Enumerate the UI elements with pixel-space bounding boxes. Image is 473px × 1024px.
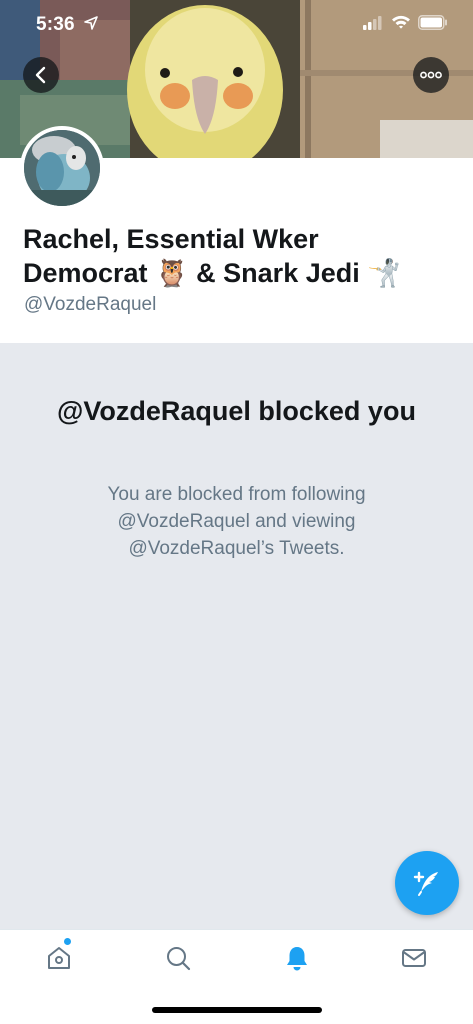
- status-time: 5:36: [36, 14, 75, 35]
- home-icon: [48, 947, 70, 969]
- profile-handle: @VozdeRaquel: [24, 294, 157, 315]
- tab-search[interactable]: [162, 942, 194, 974]
- search-icon: [167, 947, 191, 971]
- blocked-body: You are blocked from following @VozdeRaq…: [107, 484, 366, 559]
- blocked-title: @VozdeRaquel blocked you: [57, 396, 416, 426]
- wifi-icon: [392, 15, 410, 29]
- profile-header: Rachel, Essential Wker Democrat 🦉 & Snar…: [0, 126, 473, 343]
- blocked-notice: @VozdeRaquel blocked you You are blocked…: [0, 343, 473, 929]
- status-bar: 5:36: [0, 0, 473, 50]
- compose-tweet-icon: [413, 871, 438, 896]
- location-arrow-icon: [84, 16, 98, 30]
- tab-notifications[interactable]: [281, 942, 313, 974]
- avatar-image: [24, 130, 100, 206]
- avatar[interactable]: [20, 126, 104, 210]
- home-indicator: [152, 1007, 322, 1013]
- display-name-line2: Democrat 🦉 & Snark Jedi 🤺: [23, 258, 401, 288]
- display-name-line1: Rachel, Essential Wker: [23, 224, 319, 254]
- display-name: Rachel, Essential Wker Democrat 🦉 & Snar…: [23, 222, 453, 290]
- tab-home[interactable]: [43, 942, 75, 974]
- cellular-signal-icon: [363, 16, 382, 30]
- compose-tweet-button[interactable]: [395, 851, 459, 915]
- battery-icon: [418, 15, 447, 30]
- envelope-icon: [402, 949, 426, 967]
- chevron-left-icon: [35, 66, 46, 84]
- back-button[interactable]: [23, 57, 59, 93]
- bell-icon: [287, 947, 307, 971]
- more-options-button[interactable]: [413, 57, 449, 93]
- new-content-indicator: [64, 938, 71, 945]
- tab-messages[interactable]: [398, 942, 430, 974]
- more-dots-icon: [420, 71, 442, 79]
